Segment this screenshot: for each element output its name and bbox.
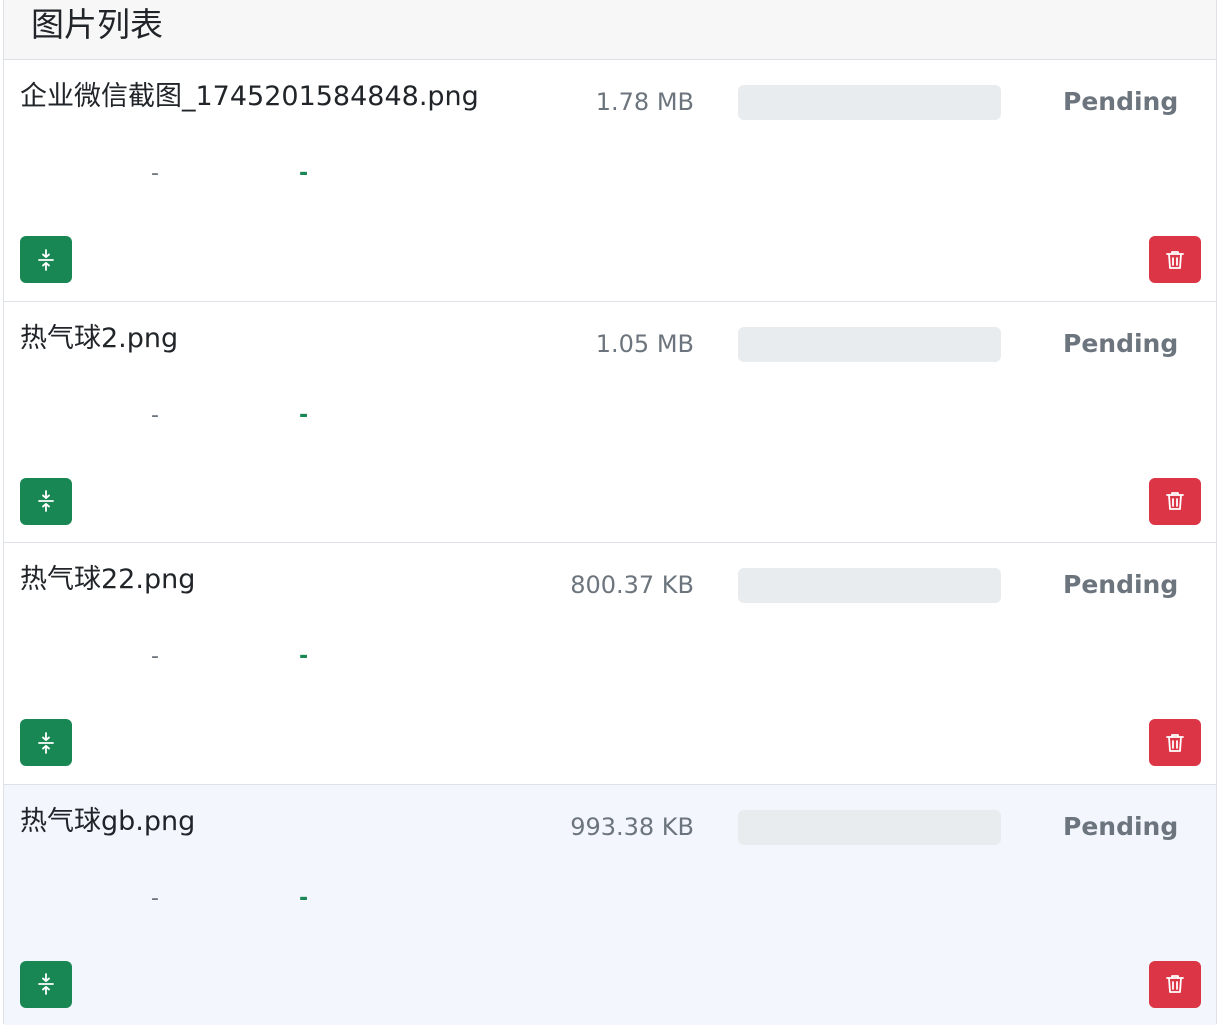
delete-button[interactable] [1149, 236, 1201, 283]
original-size-value: - [151, 885, 159, 911]
file-size: 1.78 MB [595, 88, 694, 116]
delete-button[interactable] [1149, 477, 1201, 525]
original-size-value: - [151, 402, 159, 428]
compressed-size-value: - [299, 402, 309, 428]
compress-button[interactable] [20, 477, 72, 525]
list-item: 企业微信截图_1745201584848.png 1.78 MB Pending… [4, 60, 1216, 302]
file-name: 热气球gb.png [20, 805, 196, 837]
progress-bar [738, 809, 1001, 845]
trash-icon [1166, 733, 1184, 752]
compressed-size-value: - [299, 161, 309, 186]
file-size: 993.38 KB [570, 812, 694, 841]
compress-button[interactable] [20, 719, 72, 766]
status-badge: Pending [1063, 570, 1179, 599]
file-name: 热气球2.png [20, 322, 179, 354]
panel-title: 图片列表 [31, 5, 163, 44]
status-badge: Pending [1063, 328, 1179, 358]
progress-bar [738, 568, 1001, 603]
file-size: 1.05 MB [595, 329, 694, 358]
file-name: 热气球22.png [20, 564, 196, 595]
original-size-value: - [151, 644, 159, 669]
image-list-panel: 图片列表 企业微信截图_1745201584848.png 1.78 MB Pe… [3, 0, 1217, 1025]
image-list: 企业微信截图_1745201584848.png 1.78 MB Pending… [4, 60, 1216, 1025]
trash-icon [1166, 492, 1184, 510]
status-badge: Pending [1063, 811, 1179, 841]
list-item: 热气球2.png 1.05 MB Pending - - [4, 301, 1216, 543]
compress-button[interactable] [20, 960, 72, 1008]
progress-bar [738, 85, 1001, 120]
panel-header: 图片列表 [4, 0, 1216, 60]
compress-arrows-icon [38, 973, 54, 995]
list-item: 热气球gb.png 993.38 KB Pending - - [4, 784, 1216, 1025]
compress-arrows-icon [38, 490, 54, 512]
original-size-value: - [151, 161, 159, 186]
compress-arrows-icon [38, 248, 54, 271]
status-badge: Pending [1063, 87, 1179, 116]
list-item: 热气球22.png 800.37 KB Pending - - [4, 543, 1216, 785]
progress-bar [738, 326, 1001, 362]
trash-icon [1166, 975, 1184, 993]
compress-button[interactable] [20, 236, 72, 283]
compressed-size-value: - [299, 644, 309, 669]
delete-button[interactable] [1149, 719, 1201, 766]
compressed-size-value: - [299, 885, 309, 911]
file-name: 企业微信截图_1745201584848.png [20, 81, 479, 112]
file-size: 800.37 KB [570, 571, 694, 599]
compress-arrows-icon [38, 731, 54, 754]
trash-icon [1166, 250, 1184, 269]
delete-button[interactable] [1149, 960, 1201, 1008]
